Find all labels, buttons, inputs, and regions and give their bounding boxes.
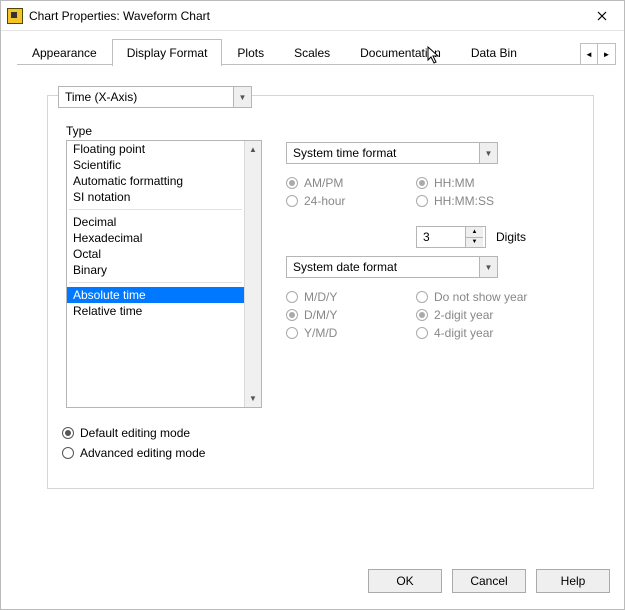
list-item[interactable]: SI notation: [67, 189, 244, 205]
radio-mdy: M/D/Y: [286, 290, 416, 304]
list-item[interactable]: Scientific: [67, 157, 244, 173]
axis-select-value: Time (X-Axis): [65, 90, 137, 104]
cancel-button[interactable]: Cancel: [452, 569, 526, 593]
tab-appearance[interactable]: Appearance: [17, 39, 112, 66]
axis-select-container: Time (X-Axis) ▼: [58, 86, 575, 108]
digits-input[interactable]: [417, 227, 465, 247]
radio-ymd: Y/M/D: [286, 326, 416, 340]
button-bar: OK Cancel Help: [1, 559, 624, 609]
list-divider: [69, 209, 242, 210]
app-icon: [7, 8, 23, 24]
list-item[interactable]: Relative time: [67, 303, 244, 319]
radio-icon: [416, 327, 428, 339]
scroll-up-icon[interactable]: ▲: [245, 141, 261, 158]
tab-display-format[interactable]: Display Format: [112, 39, 223, 66]
time-format-radios: AM/PM 24-hour HH:MM: [286, 176, 575, 208]
tab-scroll-right[interactable]: ►: [598, 43, 616, 65]
digits-spinner[interactable]: ▲ ▼: [416, 226, 486, 248]
tab-content: Time (X-Axis) ▼ Type Floating point Scie…: [1, 65, 624, 559]
date-format-value: System date format: [293, 260, 397, 274]
ok-button[interactable]: OK: [368, 569, 442, 593]
chevron-down-icon: ▼: [479, 143, 497, 163]
radio-ampm: AM/PM: [286, 176, 416, 190]
chevron-down-icon: ▼: [233, 87, 251, 107]
tab-scroll-left[interactable]: ◄: [580, 43, 598, 65]
close-button[interactable]: [580, 1, 624, 30]
axis-select[interactable]: Time (X-Axis) ▼: [58, 86, 252, 108]
radio-dmy: D/M/Y: [286, 308, 416, 322]
tab-underline: [17, 64, 616, 65]
radio-24hour: 24-hour: [286, 194, 416, 208]
tab-plots[interactable]: Plots: [222, 39, 279, 66]
radio-icon: [62, 427, 74, 439]
listbox-scrollbar[interactable]: ▲ ▼: [244, 141, 261, 407]
tab-strip: Appearance Display Format Plots Scales D…: [1, 31, 624, 65]
tab-scroll-arrows: ◄ ►: [580, 43, 616, 65]
titlebar: Chart Properties: Waveform Chart: [1, 1, 624, 31]
radio-icon: [286, 177, 298, 189]
radio-icon: [416, 195, 428, 207]
scroll-down-icon[interactable]: ▼: [245, 390, 261, 407]
tab-data-bin[interactable]: Data Bin: [456, 39, 532, 66]
type-label: Type: [66, 124, 575, 138]
digits-label: Digits: [496, 230, 526, 244]
display-format-group: Time (X-Axis) ▼ Type Floating point Scie…: [47, 95, 594, 489]
list-item[interactable]: Hexadecimal: [67, 230, 244, 246]
radio-icon: [286, 309, 298, 321]
radio-2digit-year: 2-digit year: [416, 308, 527, 322]
list-item[interactable]: Decimal: [67, 214, 244, 230]
radio-advanced-editing[interactable]: Advanced editing mode: [62, 446, 575, 460]
radio-icon: [286, 291, 298, 303]
radio-icon: [416, 309, 428, 321]
list-item[interactable]: Floating point: [67, 141, 244, 157]
tab-documentation[interactable]: Documentation: [345, 39, 456, 66]
list-item[interactable]: Octal: [67, 246, 244, 262]
window-title: Chart Properties: Waveform Chart: [29, 9, 580, 23]
chevron-down-icon: ▼: [479, 257, 497, 277]
radio-icon: [286, 195, 298, 207]
type-listbox[interactable]: Floating point Scientific Automatic form…: [66, 140, 262, 408]
date-format-select[interactable]: System date format ▼: [286, 256, 498, 278]
radio-hhmm: HH:MM: [416, 176, 494, 190]
list-item[interactable]: Automatic formatting: [67, 173, 244, 189]
dialog-window: Chart Properties: Waveform Chart Appeara…: [0, 0, 625, 610]
spin-down-icon[interactable]: ▼: [466, 237, 483, 248]
digits-row: ▲ ▼ Digits: [286, 226, 575, 248]
radio-default-editing[interactable]: Default editing mode: [62, 426, 575, 440]
time-format-value: System time format: [293, 146, 396, 160]
editing-mode-group: Default editing mode Advanced editing mo…: [62, 426, 575, 460]
radio-icon: [62, 447, 74, 459]
radio-icon: [416, 177, 428, 189]
list-divider: [69, 282, 242, 283]
radio-icon: [286, 327, 298, 339]
radio-hhmmss: HH:MM:SS: [416, 194, 494, 208]
help-button[interactable]: Help: [536, 569, 610, 593]
radio-icon: [416, 291, 428, 303]
list-item-selected[interactable]: Absolute time: [67, 287, 244, 303]
date-format-radios: M/D/Y D/M/Y Y/M/D: [286, 290, 575, 340]
close-icon: [597, 11, 607, 21]
format-options: System time format ▼ AM/PM 2: [286, 140, 575, 408]
tab-scales[interactable]: Scales: [279, 39, 345, 66]
spin-up-icon[interactable]: ▲: [466, 227, 483, 237]
time-format-select[interactable]: System time format ▼: [286, 142, 498, 164]
radio-4digit-year: 4-digit year: [416, 326, 527, 340]
list-item[interactable]: Binary: [67, 262, 244, 278]
radio-no-year: Do not show year: [416, 290, 527, 304]
